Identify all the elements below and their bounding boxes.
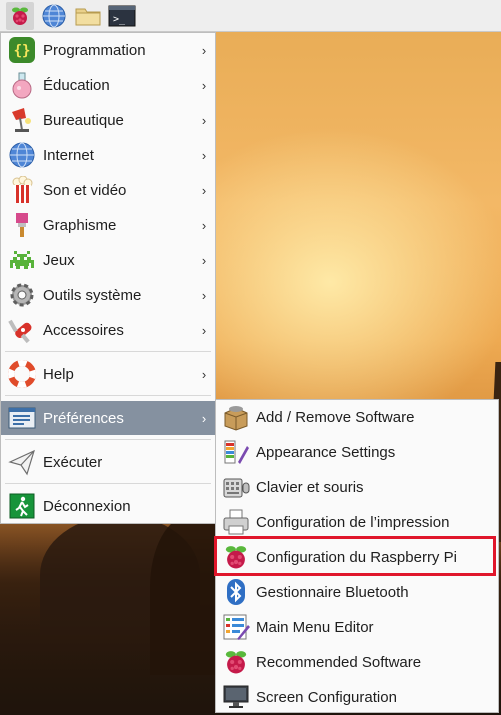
- chevron-right-icon: ›: [201, 252, 207, 268]
- chevron-right-icon: ›: [201, 112, 207, 128]
- chevron-right-icon: ›: [201, 410, 207, 426]
- raspberry-icon: [12, 7, 28, 25]
- submenu-item-label: Main Menu Editor: [256, 618, 374, 636]
- menu-item-label: Help: [43, 365, 74, 383]
- menu-item-label: Bureautique: [43, 111, 124, 129]
- menu-item-preferences[interactable]: Préférences ›: [1, 401, 215, 435]
- menu-item-label: Son et vidéo: [43, 181, 127, 199]
- menu-item-label: Déconnexion: [43, 497, 131, 515]
- keyboard-mouse-icon: [221, 472, 251, 502]
- submenu-item-label: Configuration de l’impression: [256, 513, 450, 531]
- menu-item-label: Jeux: [43, 251, 75, 269]
- submenu-item-configuration-raspberry-pi[interactable]: Configuration du Raspberry Pi: [216, 540, 498, 574]
- menu-separator: [5, 483, 211, 484]
- menu-item-education[interactable]: Éducation ›: [1, 68, 215, 102]
- globe-icon: [7, 140, 37, 170]
- swiss-knife-icon: [7, 315, 37, 345]
- submenu-item-add-remove-software[interactable]: Add / Remove Software: [216, 400, 498, 434]
- raspberry-icon: [221, 542, 251, 572]
- submenu-item-main-menu-editor[interactable]: Main Menu Editor: [216, 610, 498, 644]
- menu-separator: [5, 439, 211, 440]
- file-manager-launcher[interactable]: [74, 2, 102, 30]
- menu-item-internet[interactable]: Internet ›: [1, 138, 215, 172]
- menu-item-graphisme[interactable]: Graphisme ›: [1, 208, 215, 242]
- bluetooth-icon: [221, 577, 251, 607]
- menu-item-outils-systeme[interactable]: Outils système ›: [1, 278, 215, 312]
- terminal-launcher[interactable]: >_: [108, 2, 136, 30]
- menu-item-bureautique[interactable]: Bureautique ›: [1, 103, 215, 137]
- space-invader-icon: [7, 245, 37, 275]
- terminal-icon: >_: [108, 5, 136, 26]
- menu-item-label: Accessoires: [43, 321, 124, 339]
- submenu-item-configuration-impression[interactable]: Configuration de l’impression: [216, 505, 498, 539]
- menu-item-help[interactable]: Help ›: [1, 357, 215, 391]
- chevron-right-icon: ›: [201, 147, 207, 163]
- submenu-item-screen-configuration[interactable]: Screen Configuration: [216, 680, 498, 714]
- printer-icon: [221, 507, 251, 537]
- submenu-item-label: Gestionnaire Bluetooth: [256, 583, 409, 601]
- code-braces-icon: {}: [7, 35, 37, 65]
- menu-item-label: Outils système: [43, 286, 142, 304]
- paper-plane-icon: [7, 447, 37, 477]
- menu-item-accessoires[interactable]: Accessoires ›: [1, 313, 215, 347]
- menu-item-label: Programmation: [43, 41, 146, 59]
- top-panel: >_: [0, 0, 501, 32]
- preferences-submenu: Add / Remove Software Appearance Setting…: [215, 399, 499, 713]
- svg-text:>_: >_: [113, 14, 126, 25]
- chevron-right-icon: ›: [201, 217, 207, 233]
- chevron-right-icon: ›: [201, 77, 207, 93]
- submenu-item-label: Add / Remove Software: [256, 408, 415, 426]
- submenu-item-label: Appearance Settings: [256, 443, 396, 461]
- menu-item-label: Éducation: [43, 76, 110, 94]
- submenu-item-recommended-software[interactable]: Recommended Software: [216, 645, 498, 679]
- palette-icon: [221, 437, 251, 467]
- monitor-icon: [221, 682, 251, 712]
- submenu-item-label: Screen Configuration: [256, 688, 397, 706]
- submenu-item-label: Recommended Software: [256, 653, 422, 671]
- web-browser-launcher[interactable]: [40, 2, 68, 30]
- package-icon: [221, 402, 251, 432]
- chevron-right-icon: ›: [201, 42, 207, 58]
- submenu-item-appearance-settings[interactable]: Appearance Settings: [216, 435, 498, 469]
- submenu-item-label: Clavier et souris: [256, 478, 364, 496]
- flask-icon: [7, 70, 37, 100]
- preferences-icon: [7, 403, 37, 433]
- chevron-right-icon: ›: [201, 322, 207, 338]
- submenu-item-gestionnaire-bluetooth[interactable]: Gestionnaire Bluetooth: [216, 575, 498, 609]
- menu-item-programmation[interactable]: {} Programmation ›: [1, 33, 215, 67]
- svg-text:{}: {}: [14, 43, 31, 59]
- chevron-right-icon: ›: [201, 366, 207, 382]
- menu-item-label: Graphisme: [43, 216, 117, 234]
- menu-item-jeux[interactable]: Jeux ›: [1, 243, 215, 277]
- gear-icon: [7, 280, 37, 310]
- menu-editor-icon: [221, 612, 251, 642]
- menu-item-label: Préférences: [43, 409, 124, 427]
- menu-item-label: Internet: [43, 146, 94, 164]
- chevron-right-icon: ›: [201, 182, 207, 198]
- menu-item-son-et-video[interactable]: Son et vidéo ›: [1, 173, 215, 207]
- globe-icon: [42, 4, 66, 27]
- submenu-item-clavier-et-souris[interactable]: Clavier et souris: [216, 470, 498, 504]
- menu-item-deconnexion[interactable]: Déconnexion: [1, 489, 215, 523]
- submenu-item-label: Configuration du Raspberry Pi: [256, 548, 457, 566]
- menu-separator: [5, 395, 211, 396]
- menu-item-label: Exécuter: [43, 453, 103, 471]
- paintbrush-icon: [7, 210, 37, 240]
- raspberry-icon: [221, 647, 251, 677]
- popcorn-icon: [7, 175, 37, 205]
- exit-icon: [7, 491, 37, 521]
- desk-lamp-icon: [7, 105, 37, 135]
- chevron-right-icon: ›: [201, 287, 207, 303]
- raspberry-menu-button[interactable]: [6, 1, 34, 30]
- lifebuoy-icon: [7, 359, 37, 389]
- folder-icon: [75, 8, 101, 25]
- menu-separator: [5, 351, 211, 352]
- menu-item-executer[interactable]: Exécuter: [1, 445, 215, 479]
- main-menu: {} Programmation › Éducation › Bureautiq…: [0, 32, 216, 524]
